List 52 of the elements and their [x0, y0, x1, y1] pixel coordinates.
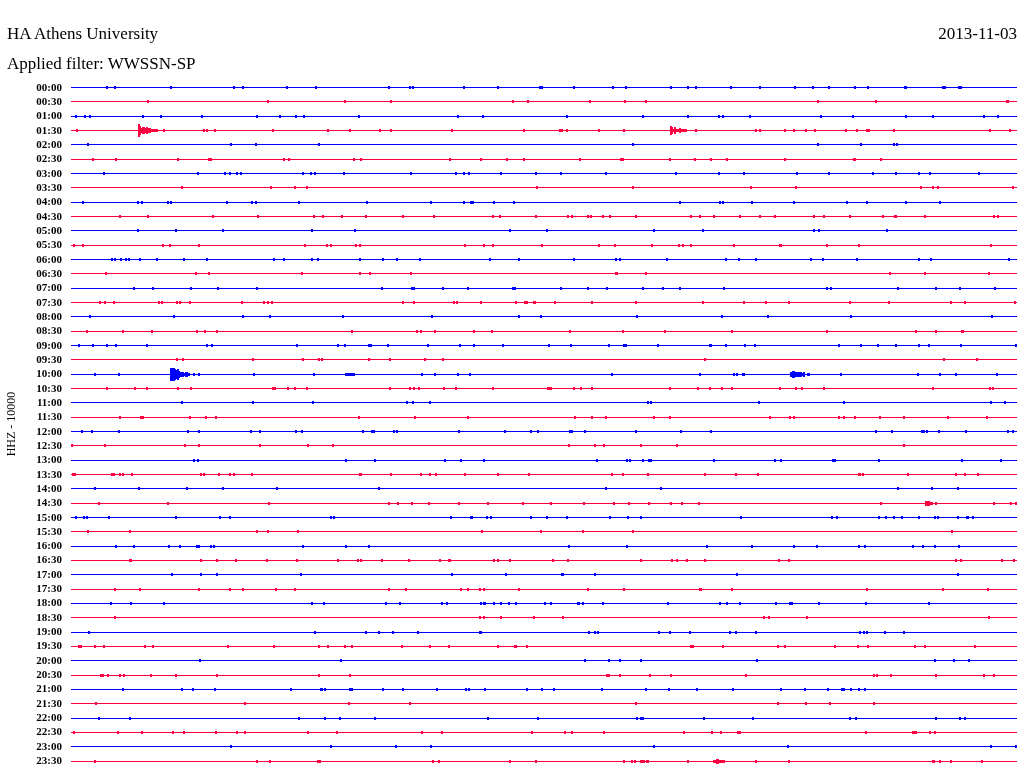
- time-label: 09:30: [35, 353, 62, 365]
- time-label: 06:30: [35, 267, 62, 279]
- time-label: 11:00: [35, 396, 62, 408]
- time-label: 08:00: [35, 310, 62, 322]
- time-label: 00:00: [35, 81, 62, 93]
- time-label: 12:30: [35, 439, 62, 451]
- time-label: 04:30: [35, 210, 62, 222]
- time-label: 10:00: [35, 368, 62, 380]
- time-label: 12:00: [35, 425, 62, 437]
- filter-label: Applied filter: WWSSN-SP: [7, 54, 196, 73]
- time-label: 23:00: [35, 740, 62, 752]
- time-label: 03:00: [35, 167, 62, 179]
- time-label: 15:30: [35, 525, 62, 537]
- time-label: 10:30: [35, 382, 62, 394]
- time-label: 22:00: [35, 712, 62, 724]
- station-name: HA Athens University: [7, 25, 159, 42]
- time-label: 17:30: [35, 583, 62, 595]
- time-label: 03:30: [35, 181, 62, 193]
- time-label: 14:30: [35, 497, 62, 509]
- time-label: 14:00: [35, 482, 62, 494]
- time-label: 11:30: [35, 411, 62, 423]
- time-label: 08:30: [35, 325, 62, 337]
- time-label: 02:00: [35, 138, 62, 150]
- time-label: 16:00: [35, 540, 62, 552]
- time-label: 19:30: [35, 640, 62, 652]
- time-label: 23:30: [35, 755, 62, 767]
- time-label: 22:30: [35, 726, 62, 738]
- time-label: 15:00: [35, 511, 62, 523]
- time-label: 18:30: [35, 611, 62, 623]
- time-label: 20:00: [35, 654, 62, 666]
- time-label: 04:00: [35, 196, 62, 208]
- time-label: 13:00: [35, 454, 62, 466]
- plot-date: 2013-11-03: [938, 25, 1017, 42]
- time-label: 16:30: [35, 554, 62, 566]
- time-label: 18:00: [35, 597, 62, 609]
- time-label: 07:30: [35, 296, 62, 308]
- time-label: 01:30: [35, 124, 62, 136]
- time-label: 05:00: [35, 224, 62, 236]
- time-label: 00:30: [35, 96, 62, 107]
- time-label: 09:00: [35, 339, 62, 351]
- time-label: 21:30: [35, 697, 62, 709]
- time-label: 02:30: [35, 153, 62, 165]
- channel-label: HHZ - 10000: [5, 391, 17, 457]
- time-label: 06:00: [35, 253, 62, 265]
- time-label: 17:00: [35, 568, 62, 580]
- time-label: 01:00: [35, 110, 62, 122]
- time-label: 20:30: [35, 669, 62, 681]
- time-label: 19:00: [35, 626, 62, 638]
- time-label: 05:30: [35, 239, 62, 251]
- time-label: 13:30: [35, 468, 62, 480]
- time-label: 21:00: [35, 683, 62, 695]
- time-label: 07:00: [35, 282, 62, 294]
